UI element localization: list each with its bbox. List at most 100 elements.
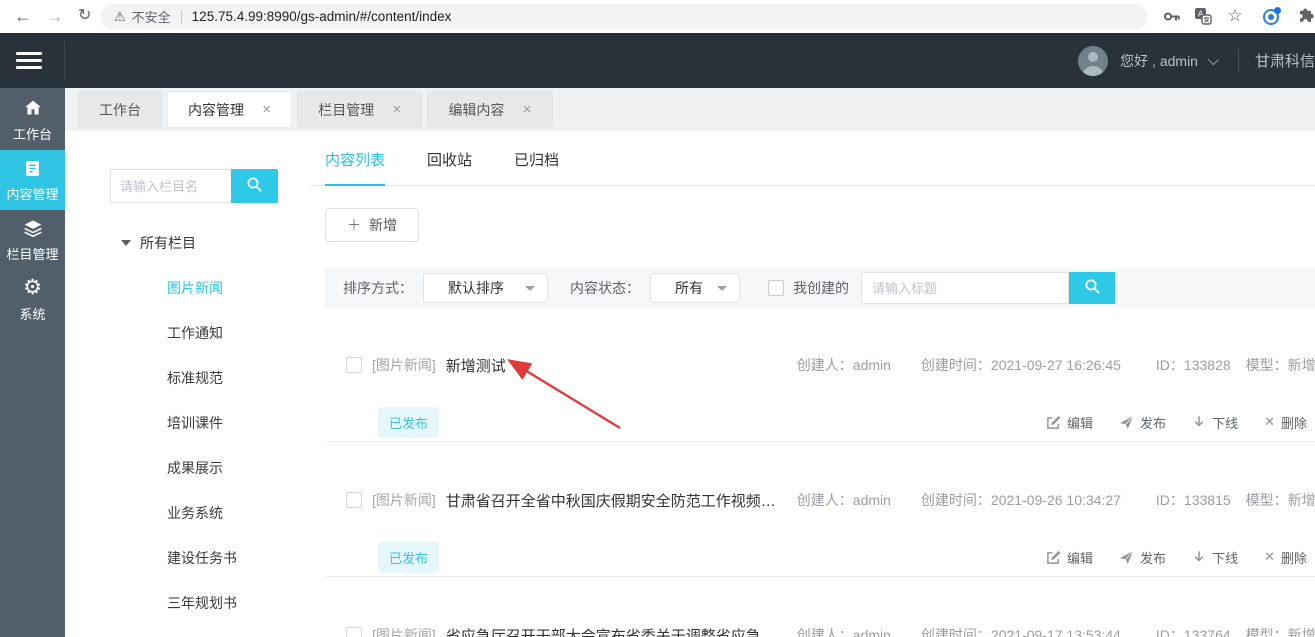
sidebar-item-content[interactable]: 内容管理 (0, 150, 65, 210)
address-bar[interactable]: ⚠ 不安全 125.75.4.99:8990/gs-admin/#/conten… (100, 4, 1148, 29)
delete-button[interactable]: ✕ 删除 (1264, 548, 1307, 567)
tab-archived[interactable]: 已归档 (514, 149, 559, 185)
tree-item[interactable]: 建设任务书 (95, 535, 293, 580)
created-by-me-checkbox[interactable] (768, 280, 784, 296)
item-id: ID：133764 (1155, 627, 1231, 637)
publish-button[interactable]: 发布 (1119, 413, 1166, 432)
item-created-time: 创建时间：2021-09-26 10:34:27 (920, 492, 1121, 508)
edit-button[interactable]: 编辑 (1046, 413, 1093, 432)
page-tab-workbench[interactable]: 工作台 (78, 91, 162, 128)
bookmark-star-icon[interactable]: ☆ (1224, 5, 1246, 27)
close-icon[interactable]: ✕ (522, 103, 531, 116)
title-search-input[interactable] (861, 272, 1069, 304)
browser-reload-icon[interactable]: ↻ (78, 4, 91, 28)
action-label: 下线 (1212, 550, 1239, 566)
sidebar-item-label: 系统 (19, 307, 46, 322)
close-icon[interactable]: ✕ (392, 103, 401, 116)
menu-collapse-icon[interactable] (16, 52, 42, 73)
plus-icon: ＋ (347, 217, 361, 233)
item-title[interactable]: 新增测试 (446, 355, 791, 376)
extension-badge-icon[interactable] (1261, 5, 1283, 27)
item-checkbox[interactable] (346, 627, 362, 637)
user-greeting[interactable]: 您好 , admin (1120, 51, 1198, 71)
page-tab-content[interactable]: 内容管理 ✕ (167, 91, 293, 128)
tree-item[interactable]: 工作通知 (95, 310, 293, 355)
page-tab-edit[interactable]: 编辑内容 ✕ (427, 91, 553, 128)
status-label: 内容状态： (570, 280, 640, 296)
offline-button[interactable]: 下线 (1192, 548, 1238, 567)
caret-down-icon (121, 240, 131, 246)
sort-label: 排序方式： (343, 280, 413, 296)
item-checkbox[interactable] (346, 357, 362, 373)
item-creator: 创建人：admin (796, 357, 891, 373)
status-badge: 已发布 (378, 406, 440, 438)
add-content-button[interactable]: ＋ 新增 (325, 208, 419, 242)
action-label: 删除 (1280, 415, 1307, 431)
extensions-puzzle-icon[interactable] (1295, 5, 1315, 27)
password-key-icon[interactable] (1160, 5, 1182, 27)
tree-item[interactable]: 培训课件 (95, 400, 293, 445)
tree-item[interactable]: 图片新闻 (95, 265, 293, 310)
send-icon (1119, 415, 1134, 430)
page-tab-label: 内容管理 (188, 101, 244, 118)
sidebar-item-label: 栏目管理 (6, 247, 59, 262)
close-icon[interactable]: ✕ (262, 103, 271, 116)
tree-item[interactable]: 成果展示 (95, 445, 293, 490)
delete-x-icon: ✕ (1264, 414, 1275, 429)
translate-icon[interactable]: A (1192, 5, 1214, 27)
column-search-row (110, 169, 278, 203)
browser-toolbar: ← → ↻ ⚠ 不安全 125.75.4.99:8990/gs-admin/#/… (0, 0, 1315, 33)
item-creator: 创建人：admin (796, 492, 891, 508)
publish-button[interactable]: 发布 (1119, 548, 1166, 567)
sidebar-item-workbench[interactable]: 工作台 (0, 90, 65, 150)
item-category: [图片新闻] (372, 627, 436, 637)
page-tab-columns[interactable]: 栏目管理 ✕ (297, 91, 423, 128)
avatar[interactable] (1078, 45, 1109, 76)
edit-button[interactable]: 编辑 (1046, 548, 1093, 567)
tree-item[interactable]: 三年规划书 (95, 580, 293, 625)
browser-back-icon[interactable]: ← (14, 4, 32, 28)
browser-forward-icon[interactable]: → (46, 4, 64, 28)
edit-icon (1046, 415, 1061, 430)
sidebar-item-system[interactable]: ⚙ 系统 (0, 270, 65, 330)
status-badge: 已发布 (378, 541, 440, 573)
item-action-row: 已发布 编辑 发布 下线 ✕ 删除 (325, 538, 1315, 576)
chevron-down-icon[interactable] (1207, 53, 1220, 65)
item-created-time: 创建时间：2021-09-27 16:26:45 (920, 357, 1121, 373)
item-model: 模型：新增 (1245, 492, 1315, 508)
sort-select[interactable]: 默认排序 (423, 273, 548, 303)
item-title[interactable]: 甘肃省召开全省中秋国庆假期安全防范工作视频… (446, 490, 791, 511)
status-select[interactable]: 所有 (650, 273, 740, 303)
column-search-input[interactable] (110, 169, 231, 203)
page-tab-label: 栏目管理 (318, 101, 375, 118)
tree-item[interactable]: 业务系统 (95, 490, 293, 535)
tree-root-all-columns[interactable]: 所有栏目 (95, 229, 293, 257)
security-label: 不安全 (131, 10, 171, 25)
column-tree: 所有栏目 图片新闻 工作通知 标准规范 培训课件 成果展示 业务系统 建设任务书… (95, 229, 293, 625)
app-header: 您好 , admin 甘肃科信 (0, 33, 1315, 88)
action-label: 编辑 (1067, 415, 1094, 431)
item-model: 模型：新增 (1245, 357, 1315, 373)
column-search-button[interactable] (231, 169, 278, 203)
tab-content-list[interactable]: 内容列表 (325, 149, 386, 186)
tab-recycle-bin[interactable]: 回收站 (427, 149, 472, 185)
title-search-button[interactable] (1069, 272, 1115, 304)
offline-button[interactable]: 下线 (1192, 413, 1238, 432)
item-title-row: [图片新闻] 甘肃省召开全省中秋国庆假期安全防范工作视频… 创建人：admin … (325, 484, 1315, 516)
content-list-item: [图片新闻] 省应急厅召开干部大会宣布省委关于调整省应急… 创建人：admin … (325, 577, 1315, 637)
url-text: 125.75.4.99:8990/gs-admin/#/content/inde… (191, 9, 452, 24)
delete-button[interactable]: ✕ 删除 (1264, 413, 1307, 432)
layers-icon (23, 217, 43, 239)
item-model: 模型：新增 (1245, 627, 1315, 637)
action-label: 发布 (1140, 550, 1167, 566)
item-creator: 创建人：admin (796, 627, 891, 637)
status-value: 所有 (675, 280, 703, 296)
sidebar-item-columns[interactable]: 栏目管理 (0, 210, 65, 270)
item-checkbox[interactable] (346, 492, 362, 508)
content-list: [图片新闻] 新增测试 创建人：admin 创建时间：2021-09-27 16… (310, 307, 1315, 637)
sidebar-item-label: 工作台 (12, 127, 52, 142)
item-title[interactable]: 省应急厅召开干部大会宣布省委关于调整省应急… (446, 625, 791, 637)
page-tab-strip: 工作台 内容管理 ✕ 栏目管理 ✕ 编辑内容 ✕ (65, 88, 1315, 131)
item-category: [图片新闻] (372, 357, 436, 373)
tree-item[interactable]: 标准规范 (95, 355, 293, 400)
